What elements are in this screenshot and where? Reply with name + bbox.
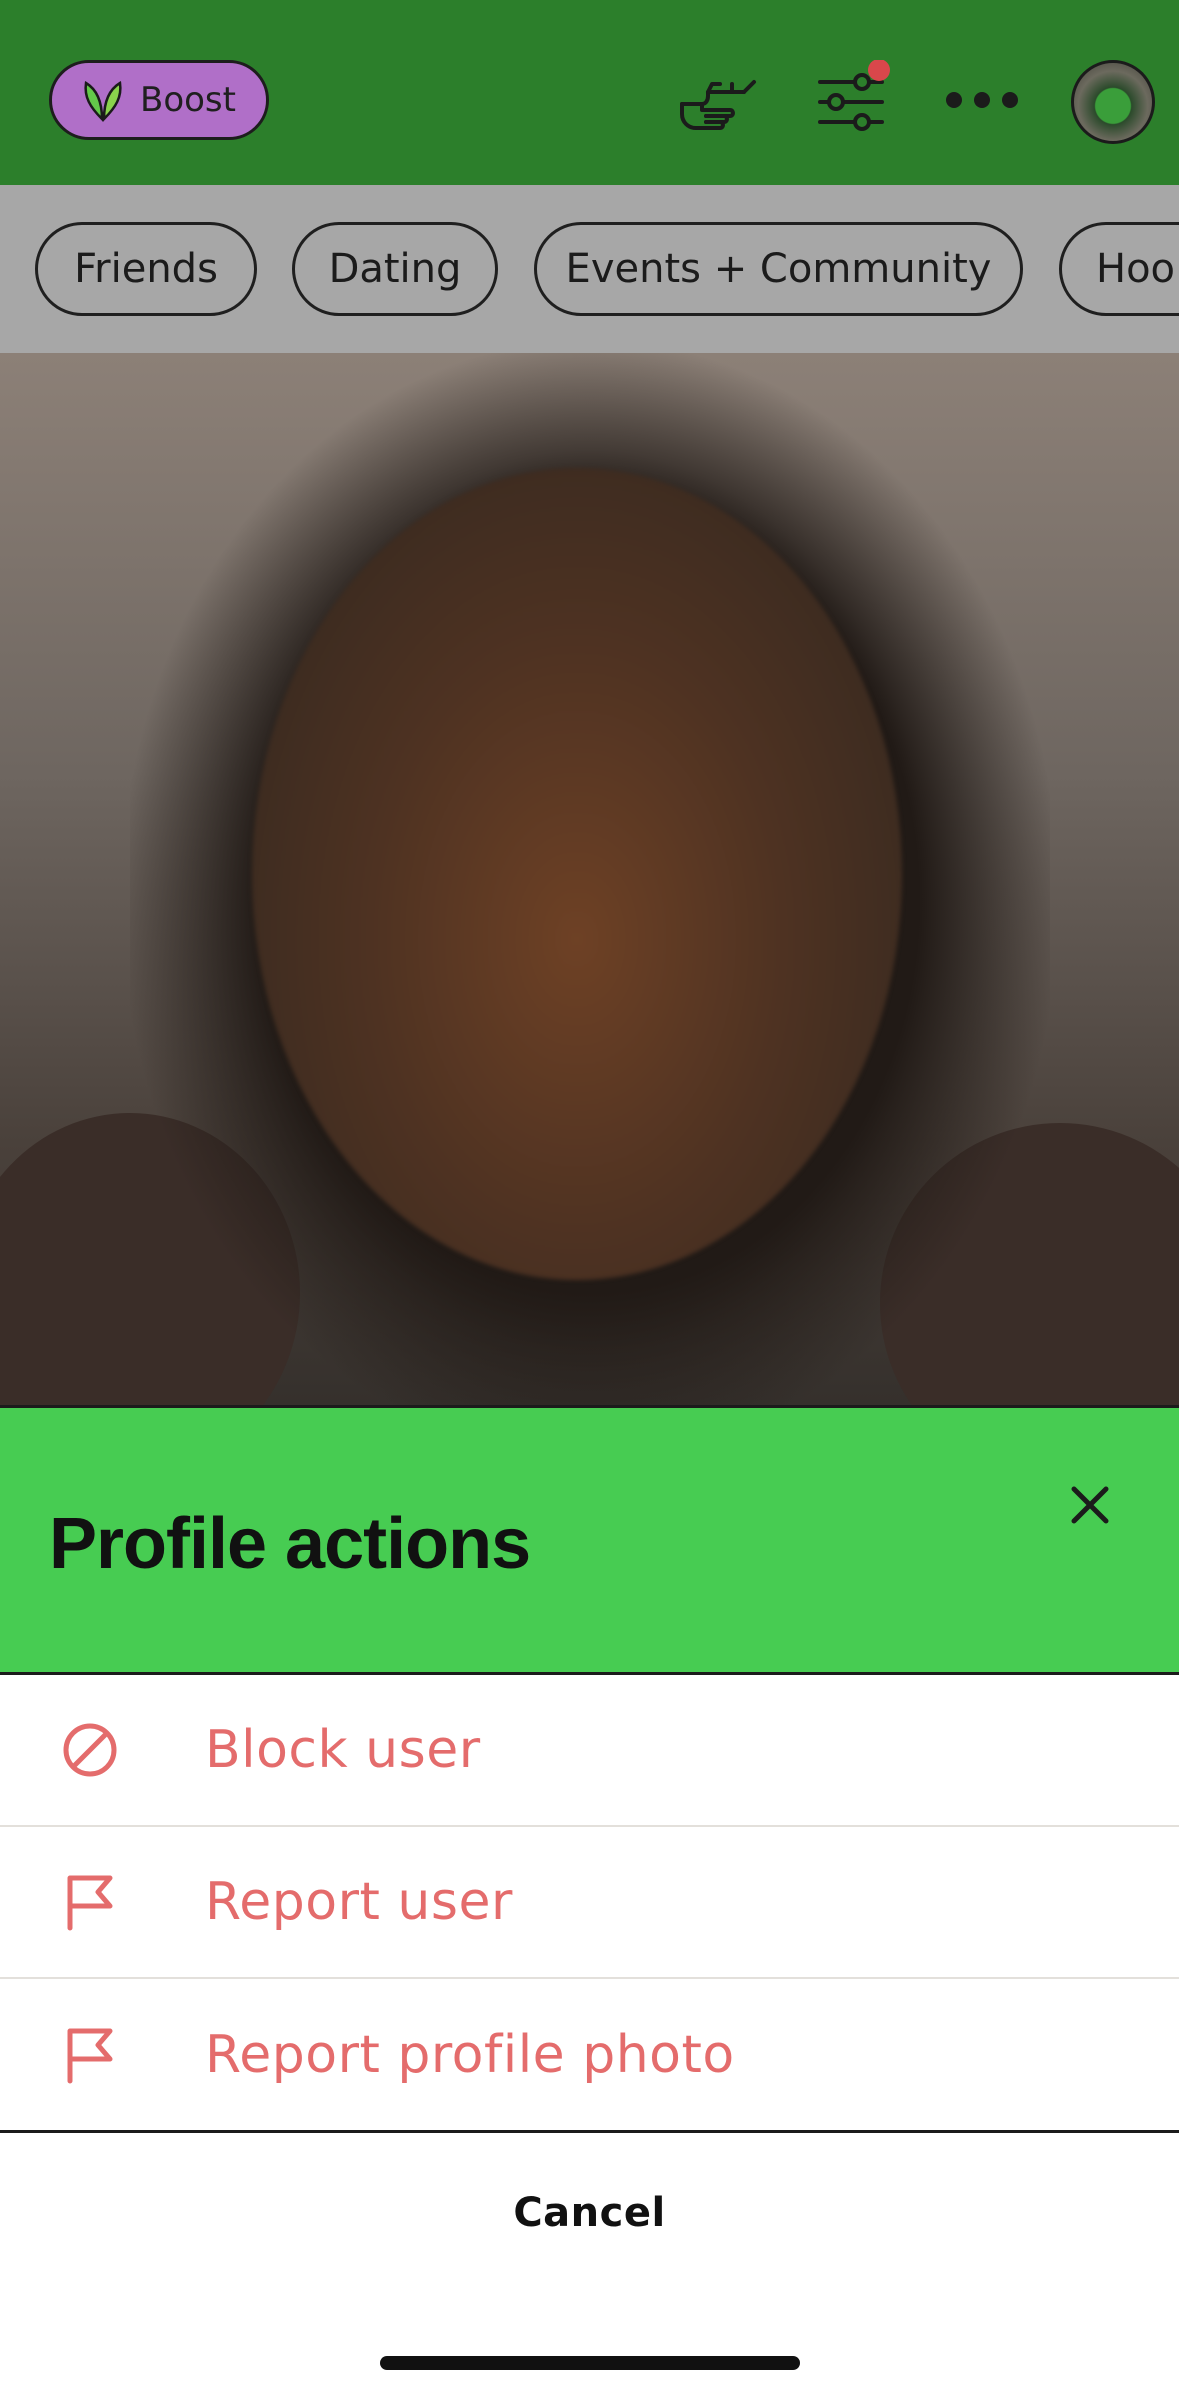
report-user-action[interactable]: Report user	[0, 1827, 1179, 1979]
action-list: Block user Report user Report profile ph…	[0, 1675, 1179, 2135]
boost-button[interactable]: Boost	[49, 60, 269, 140]
block-user-label: Block user	[205, 1720, 481, 1780]
chip-events-community[interactable]: Events + Community	[534, 222, 1023, 316]
report-user-label: Report user	[205, 1872, 513, 1932]
flag-icon	[60, 2025, 120, 2085]
chip-dating[interactable]: Dating	[292, 222, 498, 316]
notification-dot	[868, 59, 890, 81]
sheet-title: Profile actions	[49, 1504, 531, 1584]
report-photo-action[interactable]: Report profile photo	[0, 1979, 1179, 2133]
boost-label: Boost	[140, 80, 236, 120]
profile-avatar[interactable]	[1071, 60, 1155, 144]
profile-photo	[0, 353, 1179, 1405]
sheet-footer: Cancel	[0, 2135, 1179, 2396]
close-button[interactable]	[1060, 1475, 1120, 1535]
blurred-face	[252, 468, 902, 1280]
home-indicator[interactable]	[380, 2356, 800, 2370]
filter-sliders-icon[interactable]	[806, 59, 896, 140]
more-dots-icon[interactable]	[940, 60, 1030, 140]
report-photo-label: Report profile photo	[205, 2024, 735, 2085]
category-filter-bar: Friends Dating Events + Community Hoo	[0, 185, 1179, 353]
action-sheet-header: Profile actions	[0, 1405, 1179, 1675]
chip-friends[interactable]: Friends	[35, 222, 257, 316]
close-icon	[1071, 1486, 1109, 1524]
hand-pointing-icon[interactable]	[672, 60, 762, 140]
cancel-button[interactable]: Cancel	[0, 2190, 1179, 2236]
flag-icon	[60, 1872, 120, 1932]
block-icon	[60, 1720, 120, 1780]
chip-next[interactable]: Hoo	[1059, 222, 1179, 316]
leaf-icon	[84, 80, 122, 123]
block-user-action[interactable]: Block user	[0, 1675, 1179, 1827]
top-bar: Boost	[0, 0, 1179, 185]
